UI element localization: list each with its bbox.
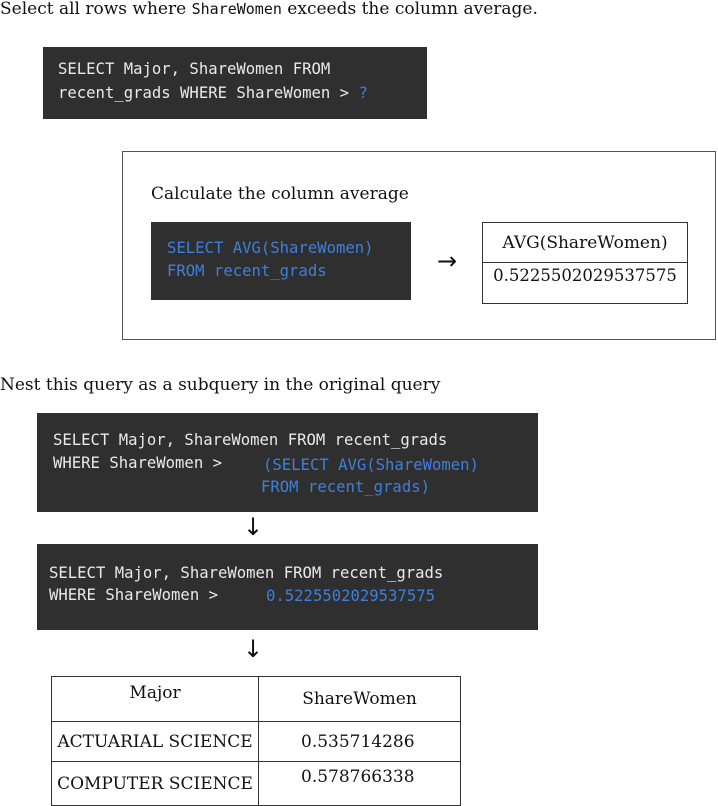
- query2-sub2: FROM recent_grads): [261, 478, 430, 496]
- query3-block: SELECT Major, ShareWomen FROM recent_gra…: [37, 544, 538, 630]
- avg-code-line2: FROM recent_grads: [167, 262, 327, 280]
- table-row: ACTUARIAL SCIENCE 0.535714286: [51, 721, 461, 762]
- avg-code-block: SELECT AVG(ShareWomen) FROM recent_grads: [151, 222, 411, 300]
- cell-sharewomen: 0.535714286: [258, 721, 461, 762]
- intro-code: ShareWomen: [191, 0, 282, 18]
- query1-placeholder: ?: [358, 84, 368, 102]
- query3-value: 0.5225502029537575: [266, 587, 435, 605]
- right-arrow-icon: →: [437, 247, 458, 275]
- query1-line2: recent_grads WHERE ShareWomen > ?: [58, 82, 368, 105]
- intro-prefix: Select all rows where: [0, 0, 192, 19]
- avg-panel-title: Calculate the column average: [151, 184, 409, 204]
- query3-line1: SELECT Major, ShareWomen FROM recent_gra…: [49, 564, 444, 582]
- avg-result-header: AVG(ShareWomen): [482, 222, 688, 263]
- intro-text: Select all rows where ShareWomen exceeds…: [0, 0, 718, 20]
- column-header-major: Major: [51, 676, 259, 722]
- down-arrow-icon: ↓: [243, 513, 264, 541]
- avg-code-line1: SELECT AVG(ShareWomen): [167, 239, 374, 257]
- result-table: Major ShareWomen ACTUARIAL SCIENCE 0.535…: [51, 676, 461, 806]
- nest-text: Nest this query as a subquery in the ori…: [0, 375, 441, 395]
- query2-line2: WHERE ShareWomen >: [53, 454, 232, 472]
- down-arrow-icon: ↓: [243, 635, 264, 663]
- cell-major: COMPUTER SCIENCE: [51, 761, 259, 806]
- intro-suffix: exceeds the column average.: [281, 0, 538, 19]
- table-row: COMPUTER SCIENCE 0.578766338: [51, 761, 461, 806]
- query1-line1: SELECT Major, ShareWomen FROM: [58, 60, 331, 78]
- query1-block: SELECT Major, ShareWomen FROM recent_gra…: [43, 47, 427, 119]
- avg-panel: Calculate the column average SELECT AVG(…: [122, 151, 716, 340]
- avg-result-table: AVG(ShareWomen) 0.5225502029537575: [482, 222, 688, 304]
- query2-sub1: (SELECT AVG(ShareWomen): [263, 456, 479, 474]
- column-header-sharewomen: ShareWomen: [258, 676, 461, 722]
- result-table-header-row: Major ShareWomen: [51, 676, 461, 722]
- cell-sharewomen: 0.578766338: [258, 761, 461, 806]
- query1-line2-text: recent_grads WHERE ShareWomen >: [58, 84, 359, 102]
- query2-block: SELECT Major, ShareWomen FROM recent_gra…: [37, 413, 538, 512]
- query3-line2: WHERE ShareWomen >: [49, 586, 228, 604]
- cell-major: ACTUARIAL SCIENCE: [51, 721, 259, 762]
- query2-line1: SELECT Major, ShareWomen FROM recent_gra…: [53, 431, 448, 449]
- avg-result-value: 0.5225502029537575: [482, 262, 688, 304]
